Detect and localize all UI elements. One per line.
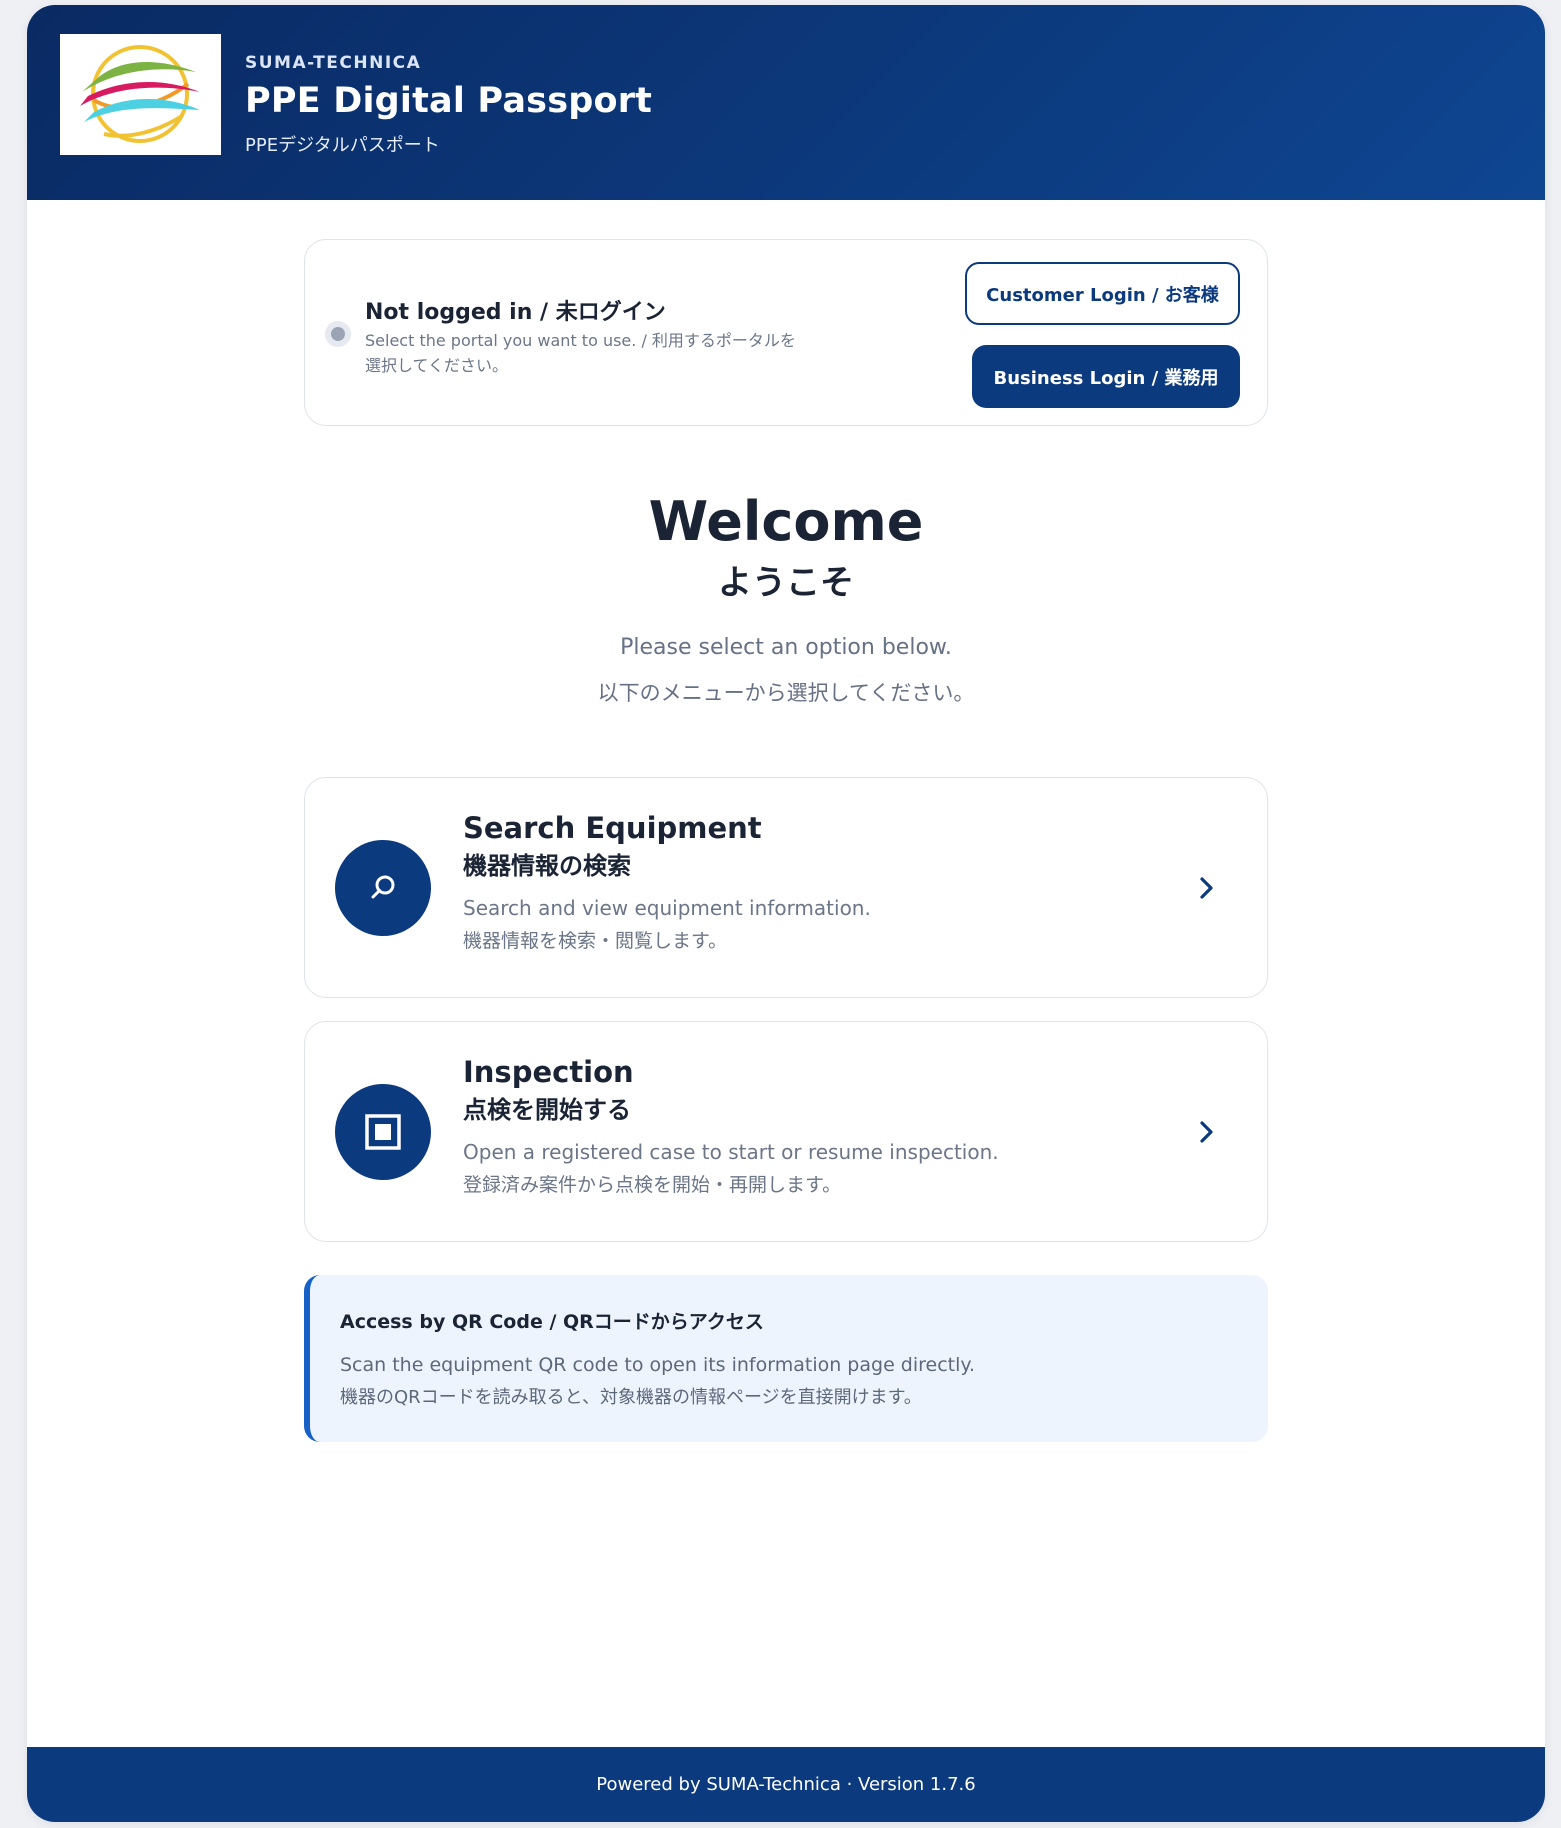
qr-description-ja: 機器のQRコードを読み取ると、対象機器の情報ページを直接開けます。 [340, 1387, 922, 1408]
app-subtitle: PPEデジタルパスポート [245, 135, 440, 156]
option-title-ja: 点検を開始する [463, 1096, 631, 1124]
app-header: SUMA-TECHNICA PPE Digital Passport PPEデジ… [27, 5, 1545, 200]
status-title: Not logged in / 未ログイン [365, 300, 666, 325]
option-title: Search Equipment [463, 811, 762, 845]
inspection-card[interactable]: Inspection 点検を開始する Open a registered cas… [304, 1021, 1268, 1242]
option-title: Inspection [463, 1055, 634, 1089]
chevron-right-icon [1200, 877, 1213, 899]
search-equipment-card[interactable]: Search Equipment 機器情報の検索 Search and view… [304, 777, 1268, 998]
welcome-description-ja: 以下のメニューから選択してください。 [597, 681, 975, 705]
qr-description: Scan the equipment QR code to open its i… [340, 1354, 975, 1376]
app-title: PPE Digital Passport [245, 81, 653, 121]
qr-title: Access by QR Code / QRコードからアクセス [340, 1311, 764, 1333]
business-login-button[interactable]: Business Login / 業務用 [972, 345, 1240, 408]
search-icon [335, 840, 431, 936]
option-description: Search and view equipment information. [463, 896, 871, 920]
welcome-title: Welcome [648, 490, 924, 553]
inspection-square-icon [335, 1084, 431, 1180]
footer-text: Powered by SUMA-Technica · Version 1.7.6 [596, 1774, 976, 1795]
inspection-text: Inspection 点検を開始する Open a registered cas… [463, 1054, 999, 1198]
company-logo-icon [80, 45, 200, 143]
chevron-right-icon [1200, 1121, 1213, 1143]
search-equipment-text: Search Equipment 機器情報の検索 Search and view… [463, 810, 871, 954]
company-logo [60, 34, 221, 155]
company-name: SUMA-TECHNICA [245, 53, 422, 73]
welcome-section: Welcome ようこそ Please select an option bel… [27, 491, 1545, 707]
app-footer: Powered by SUMA-Technica · Version 1.7.6 [27, 1747, 1545, 1822]
app-window: SUMA-TECHNICA PPE Digital Passport PPEデジ… [27, 5, 1545, 1822]
option-description-ja: 登録済み案件から点検を開始・再開します。 [463, 1174, 842, 1196]
status-indicator-icon [325, 321, 351, 347]
option-title-ja: 機器情報の検索 [463, 852, 631, 880]
welcome-title-ja: ようこそ [718, 563, 854, 603]
option-description: Open a registered case to start or resum… [463, 1140, 999, 1164]
customer-login-button[interactable]: Customer Login / お客様 [965, 262, 1240, 325]
welcome-description: Please select an option below. [620, 635, 952, 660]
brand-block: SUMA-TECHNICA PPE Digital Passport PPEデジ… [245, 53, 652, 157]
status-description: Select the portal you want to use. / 利用す… [365, 331, 796, 375]
qr-access-info: Access by QR Code / QRコードからアクセス Scan the… [304, 1275, 1268, 1442]
option-description-ja: 機器情報を検索・閲覧します。 [463, 930, 728, 952]
login-status-card: Not logged in / 未ログイン Select the portal … [304, 239, 1268, 426]
